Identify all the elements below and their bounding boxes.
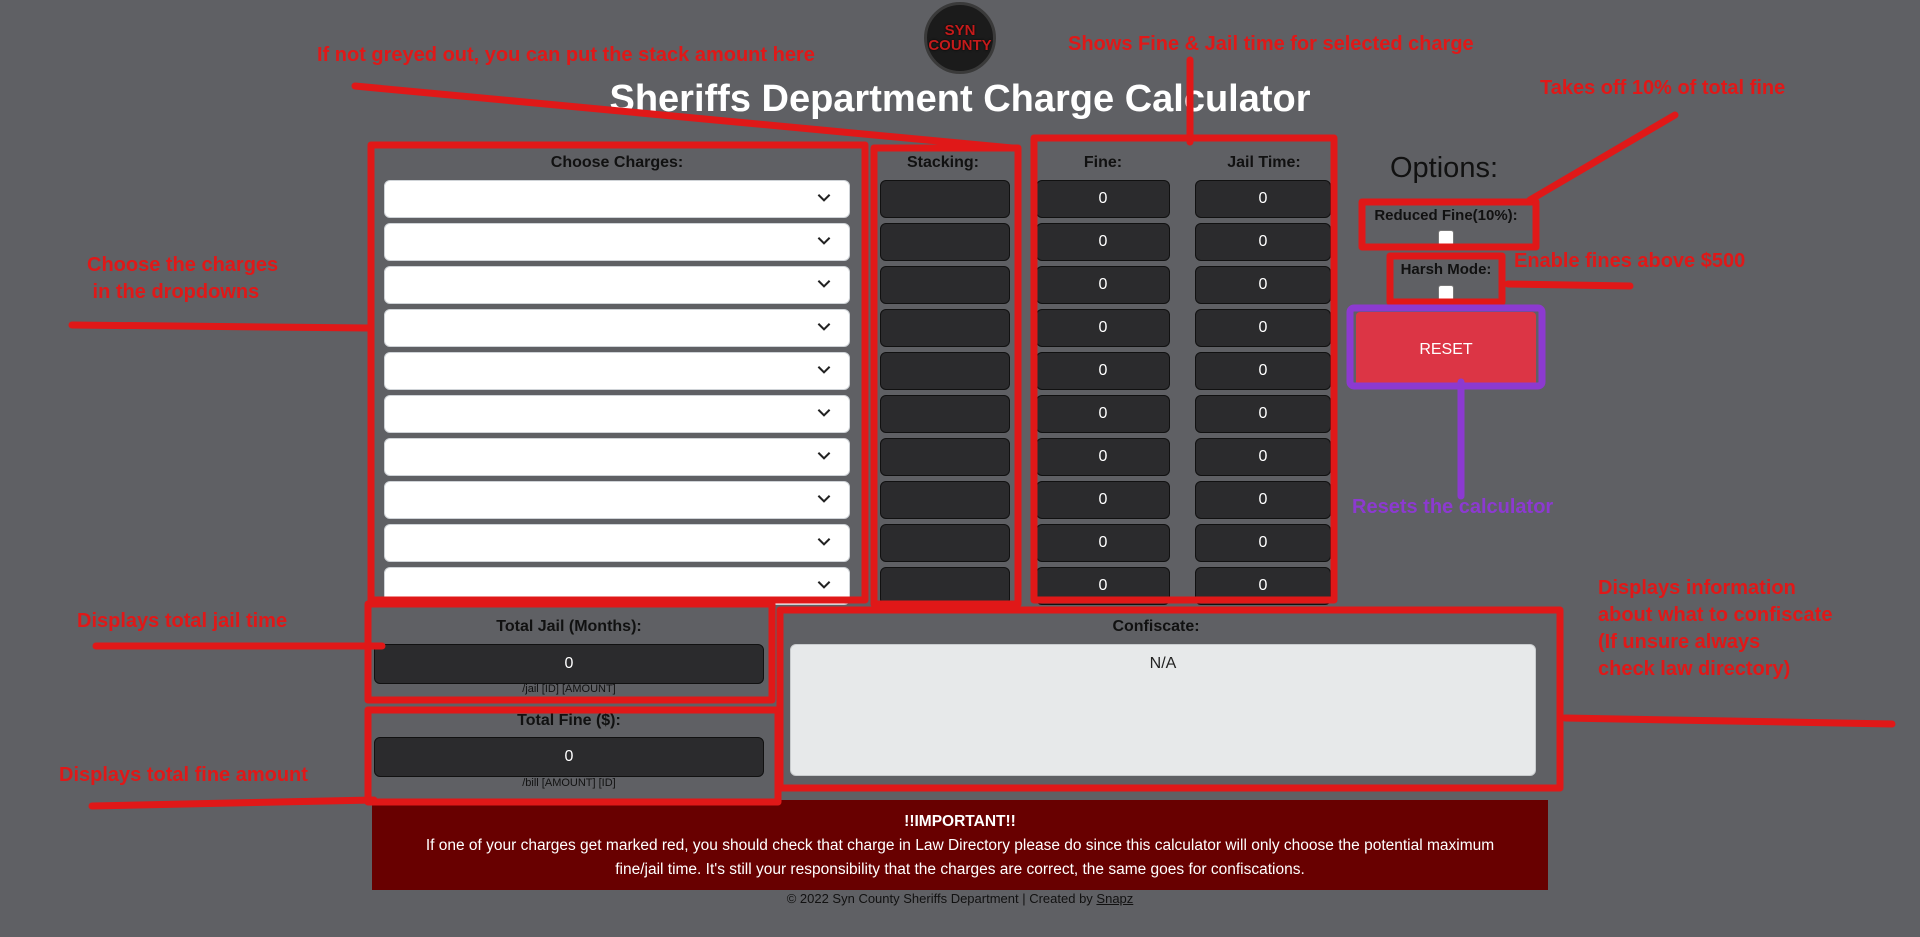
stacking-input[interactable] [880,266,1010,304]
charge-select[interactable] [384,567,850,605]
total-fine-pointer-line [88,796,378,810]
jail-time-field: 0 [1195,481,1331,519]
reduced-fine-label: Reduced Fine(10%): [1374,207,1518,224]
creator-link[interactable]: Snapz [1096,891,1133,906]
fine-heading: Fine: [1083,154,1123,171]
charge-select[interactable] [384,223,850,261]
jail-time-field: 0 [1195,438,1331,476]
jail-time-field: 0 [1195,223,1331,261]
chevron-down-icon [817,194,831,202]
annotation-choose-line-2: in the dropdowns [87,281,260,303]
chevron-down-icon [817,323,831,331]
fine-field: 0 [1036,223,1170,261]
stacking-heading: Stacking: [906,154,979,171]
fine-field: 0 [1036,481,1170,519]
charge-select[interactable] [384,524,850,562]
jail-time-field: 0 [1195,180,1331,218]
important-heading: !!IMPORTANT!! [904,813,1016,830]
choose-pointer-line [68,321,373,332]
charge-select[interactable] [384,395,850,433]
annotation-harsh: Enable fines above $500 [1514,250,1746,272]
chevron-down-icon [817,280,831,288]
fine-field: 0 [1036,395,1170,433]
county-logo: SYN COUNTY [924,2,996,74]
logo-text: SYN COUNTY [928,22,992,54]
fine-field: 0 [1036,438,1170,476]
stacking-input[interactable] [880,395,1010,433]
stacking-input[interactable] [880,180,1010,218]
harsh-mode-label: Harsh Mode: [1400,261,1492,278]
footer: © 2022 Syn County Sheriffs Department | … [0,891,1920,906]
fine-field: 0 [1036,352,1170,390]
fine-field: 0 [1036,180,1170,218]
annotation-confiscate-line-4: check law directory) [1598,658,1791,680]
stacking-input[interactable] [880,309,1010,347]
confiscate-pointer-line [1561,714,1896,728]
annotation-confiscate-line-3: (If unsure always [1598,631,1761,653]
annotation-choose-line-1: Choose the charges [87,254,279,276]
total-fine-field[interactable]: 0 [374,737,764,777]
confiscate-label: Confiscate: [1112,618,1200,635]
charge-select[interactable] [384,266,850,304]
chevron-down-icon [817,409,831,417]
charge-select[interactable] [384,180,850,218]
fine-field: 0 [1036,309,1170,347]
jail-time-field: 0 [1195,524,1331,562]
reduced-pointer-line [1526,111,1679,204]
jail-time-field: 0 [1195,352,1331,390]
stacking-input[interactable] [880,223,1010,261]
total-jail-field[interactable]: 0 [374,644,764,684]
important-line-2: fine/jail time. It's still your responsi… [615,861,1305,878]
annotation-fine-jail: Shows Fine & Jail time for selected char… [1068,33,1474,55]
stacking-input[interactable] [880,567,1010,605]
stacking-input[interactable] [880,352,1010,390]
harsh-mode-checkbox[interactable] [1438,285,1454,301]
annotation-confiscate-line-1: Displays information [1598,577,1796,599]
jail-time-field: 0 [1195,567,1331,605]
annotation-confiscate-line-2: about what to confiscate [1598,604,1833,626]
total-fine-label: Total Fine ($): [517,712,621,729]
jail-time-field: 0 [1195,266,1331,304]
jail-time-field: 0 [1195,309,1331,347]
charge-select[interactable] [384,309,850,347]
annotation-reduced: Takes off 10% of total fine [1540,77,1786,99]
stacking-input[interactable] [880,481,1010,519]
annotation-total-fine: Displays total fine amount [59,764,308,786]
jail-time-field: 0 [1195,395,1331,433]
jail-command-hint: /jail [ID] [AMOUNT] [522,683,616,695]
fine-field: 0 [1036,524,1170,562]
chevron-down-icon [817,452,831,460]
total-jail-label: Total Jail (Months): [496,618,642,635]
jail-time-heading: Jail Time: [1227,154,1301,171]
confiscate-field[interactable]: N/A [790,644,1536,776]
stacking-input[interactable] [880,524,1010,562]
annotation-total-jail: Displays total jail time [77,610,288,632]
reduced-fine-checkbox[interactable] [1438,230,1454,246]
annotation-choose: Choose the charges in the dropdowns [87,252,278,306]
important-line-1: If one of your charges get marked red, y… [425,837,1495,854]
fine-field: 0 [1036,266,1170,304]
important-notice: !!IMPORTANT!! If one of your charges get… [372,800,1548,890]
chevron-down-icon [817,495,831,503]
annotation-stack: If not greyed out, you can put the stack… [317,44,815,66]
fine-field: 0 [1036,567,1170,605]
charge-select[interactable] [384,352,850,390]
charge-select[interactable] [384,438,850,476]
chevron-down-icon [817,237,831,245]
chevron-down-icon [817,581,831,589]
annotation-confiscate: Displays information about what to confi… [1598,575,1832,683]
charge-select[interactable] [384,481,850,519]
harsh-pointer-line [1504,280,1634,290]
footer-text: © 2022 Syn County Sheriffs Department | … [786,891,1097,906]
reset-button[interactable]: RESET [1356,312,1536,388]
annotation-reset: Resets the calculator [1352,496,1554,518]
chevron-down-icon [817,366,831,374]
bill-command-hint: /bill [AMOUNT] [ID] [522,777,616,789]
options-heading: Options: [1390,152,1498,184]
chevron-down-icon [817,538,831,546]
choose-charges-heading: Choose Charges: [550,154,684,171]
stacking-input[interactable] [880,438,1010,476]
